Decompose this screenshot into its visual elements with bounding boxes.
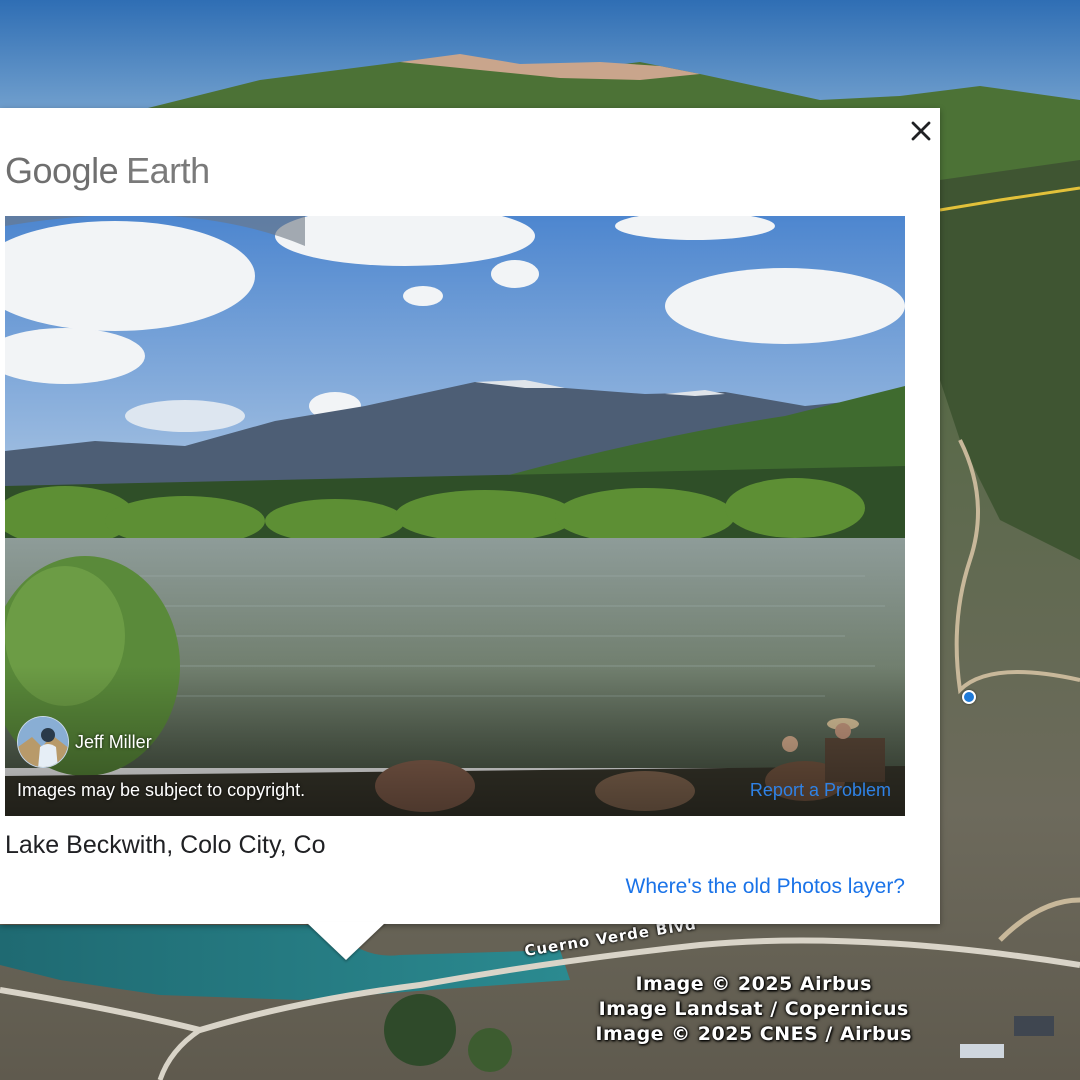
photo-location-pin[interactable] bbox=[962, 690, 976, 704]
old-photos-layer-link[interactable]: Where's the old Photos layer? bbox=[626, 875, 906, 899]
author-name: Jeff Miller bbox=[75, 731, 152, 752]
close-button[interactable] bbox=[906, 116, 936, 146]
card-pointer bbox=[306, 922, 386, 960]
report-problem-link[interactable]: Report a Problem bbox=[750, 780, 891, 801]
logo-google: Google bbox=[5, 150, 119, 191]
attribution-line: Image © 2025 CNES / Airbus bbox=[595, 1023, 912, 1045]
google-earth-logo: Google Earth bbox=[5, 150, 210, 192]
imagery-attribution: Image © 2025 Airbus Image Landsat / Cope… bbox=[595, 972, 912, 1047]
copyright-notice: Images may be subject to copyright. bbox=[17, 780, 306, 800]
author-avatar bbox=[17, 716, 69, 768]
place-title: Lake Beckwith, Colo City, Co bbox=[5, 831, 326, 859]
attribution-line: Image © 2025 Airbus bbox=[635, 973, 872, 995]
tree-cluster bbox=[384, 994, 456, 1066]
building bbox=[960, 1044, 1004, 1058]
tree-cluster-2 bbox=[468, 1028, 512, 1072]
building-2 bbox=[1014, 1016, 1054, 1036]
attribution-line: Image Landsat / Copernicus bbox=[598, 998, 909, 1020]
logo-earth: Earth bbox=[126, 150, 210, 191]
close-icon bbox=[911, 121, 931, 141]
place-photo[interactable]: Jeff Miller Images may be subject to cop… bbox=[5, 216, 905, 816]
photo-author[interactable]: Jeff Miller bbox=[17, 716, 152, 768]
